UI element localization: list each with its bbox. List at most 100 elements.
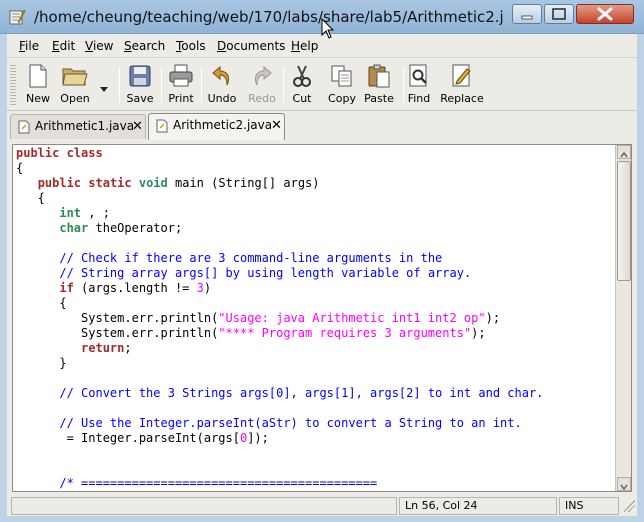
toolbar-grip[interactable]: [10, 65, 16, 107]
replace-button[interactable]: Replace: [437, 63, 487, 109]
code-line: {: [16, 161, 24, 175]
find-button[interactable]: Find: [405, 63, 433, 109]
toolbar-separator: [201, 67, 202, 103]
code-line: ​: [16, 371, 543, 386]
open-button[interactable]: Open: [57, 63, 93, 109]
printer-icon: [169, 64, 193, 87]
code-line: System.err.println("**** Program require…: [16, 326, 486, 340]
code-line: return;: [81, 341, 132, 355]
scrollbar-thumb[interactable]: [617, 161, 631, 281]
chevron-up-icon: [620, 151, 628, 158]
toolbar-separator: [161, 67, 162, 103]
java-file-icon: [156, 119, 168, 133]
client-area: File Edit View Search Tools Documents He…: [7, 34, 637, 516]
undo-label: Undo: [207, 92, 237, 105]
resize-grip[interactable]: [623, 500, 635, 512]
gedit-app-icon: [9, 9, 26, 25]
close-tab-icon[interactable]: ✕: [271, 114, 282, 137]
scroll-down-arrow[interactable]: [617, 477, 631, 491]
open-label: Open: [60, 92, 90, 105]
toolbar-separator: [119, 67, 120, 103]
vertical-scrollbar[interactable]: [615, 145, 631, 491]
document-tabs: Arithmetic1.java ✕ Arithmetic2.java ✕: [7, 112, 637, 140]
menu-view[interactable]: View: [85, 39, 113, 53]
paste-clipboard-icon: [368, 64, 390, 88]
paste-label: Paste: [364, 92, 394, 105]
code-line: }: [16, 356, 67, 370]
minimize-button[interactable]: [512, 4, 542, 24]
replace-icon: [452, 64, 471, 87]
new-label: New: [26, 92, 50, 105]
code-line: ​: [16, 401, 543, 416]
find-label: Find: [407, 92, 431, 105]
redo-label: Redo: [248, 92, 276, 105]
menu-documents[interactable]: Documents: [217, 39, 285, 53]
code-line: // String array args[] by using length v…: [59, 266, 472, 280]
undo-arrow-icon: [212, 65, 230, 86]
tab-arithmetic2[interactable]: Arithmetic2.java ✕: [148, 113, 285, 140]
menu-tools[interactable]: Tools: [176, 39, 206, 53]
code-line: System.err.println("Usage: java Arithmet…: [16, 311, 501, 325]
code-line: // Convert the 3 Strings args[0], args[1…: [59, 386, 544, 400]
code-line: public static void main (String[] args): [37, 176, 320, 190]
open-folder-icon: [62, 68, 88, 86]
save-label: Save: [126, 92, 154, 105]
code-text[interactable]: public class { public static void main (…: [16, 146, 543, 491]
status-bar: Ln 56, Col 24 INS: [7, 496, 637, 516]
code-line: public class: [16, 146, 103, 160]
menu-file[interactable]: File: [19, 39, 39, 53]
tab-label: Arithmetic1.java: [35, 119, 135, 133]
print-button[interactable]: Print: [165, 63, 197, 109]
code-line: /* =====================================…: [59, 476, 378, 490]
minimize-icon: [521, 15, 533, 20]
replace-label: Replace: [440, 92, 484, 105]
close-tab-icon[interactable]: ✕: [132, 115, 143, 138]
toolbar: New Open Save Print Undo Redo Cut Copy P…: [7, 59, 637, 111]
code-line: int , ;: [59, 206, 110, 220]
save-button[interactable]: Save: [123, 63, 157, 109]
close-window-button[interactable]: [576, 4, 634, 24]
tab-label: Arithmetic2.java: [173, 118, 273, 132]
code-line: = Integer.parseInt(args[0]);: [16, 431, 269, 445]
new-button[interactable]: New: [21, 63, 55, 109]
toolbar-separator: [403, 67, 404, 103]
maximize-icon: [552, 8, 566, 20]
code-line: {: [16, 296, 67, 310]
copy-icon: [331, 65, 352, 87]
application-window: /home/cheung/teaching/web/170/labs/share…: [0, 0, 644, 522]
close-icon: [597, 7, 613, 21]
menu-help[interactable]: Help: [291, 39, 318, 53]
undo-button[interactable]: Undo: [205, 63, 239, 109]
code-editor[interactable]: public class { public static void main (…: [12, 144, 632, 492]
tab-arithmetic1[interactable]: Arithmetic1.java ✕: [10, 114, 146, 139]
cut-label: Cut: [292, 92, 312, 105]
redo-arrow-icon: [254, 65, 272, 86]
open-recent-dropdown[interactable]: [97, 63, 111, 109]
find-magnifier-icon: [409, 64, 427, 87]
menu-edit[interactable]: Edit: [52, 39, 75, 53]
code-line: // Use the Integer.parseInt(aStr) to con…: [59, 416, 522, 430]
toolbar-separator: [283, 67, 284, 103]
copy-button[interactable]: Copy: [325, 63, 359, 109]
insert-mode: INS: [559, 497, 619, 515]
code-line: {: [16, 191, 45, 205]
java-file-icon: [18, 120, 30, 134]
mouse-cursor-icon: [321, 18, 335, 39]
menu-search[interactable]: Search: [124, 39, 165, 53]
code-line: if (args.length != 3): [59, 281, 212, 295]
scroll-up-arrow[interactable]: [617, 145, 631, 159]
cursor-position: Ln 56, Col 24: [399, 497, 557, 515]
redo-button[interactable]: Redo: [245, 63, 279, 109]
save-disk-icon: [129, 65, 151, 87]
print-label: Print: [168, 92, 194, 105]
code-line: // Check if there are 3 command-line arg…: [59, 251, 443, 265]
chevron-down-icon: [100, 87, 108, 92]
paste-button[interactable]: Paste: [361, 63, 397, 109]
code-line: char theOperator;: [59, 221, 183, 235]
window-title: /home/cheung/teaching/web/170/labs/share…: [34, 8, 504, 26]
copy-label: Copy: [328, 92, 356, 105]
cut-button[interactable]: Cut: [287, 63, 317, 109]
code-line: ​: [16, 236, 543, 251]
maximize-button[interactable]: [544, 4, 574, 24]
scissors-icon: [293, 65, 311, 87]
